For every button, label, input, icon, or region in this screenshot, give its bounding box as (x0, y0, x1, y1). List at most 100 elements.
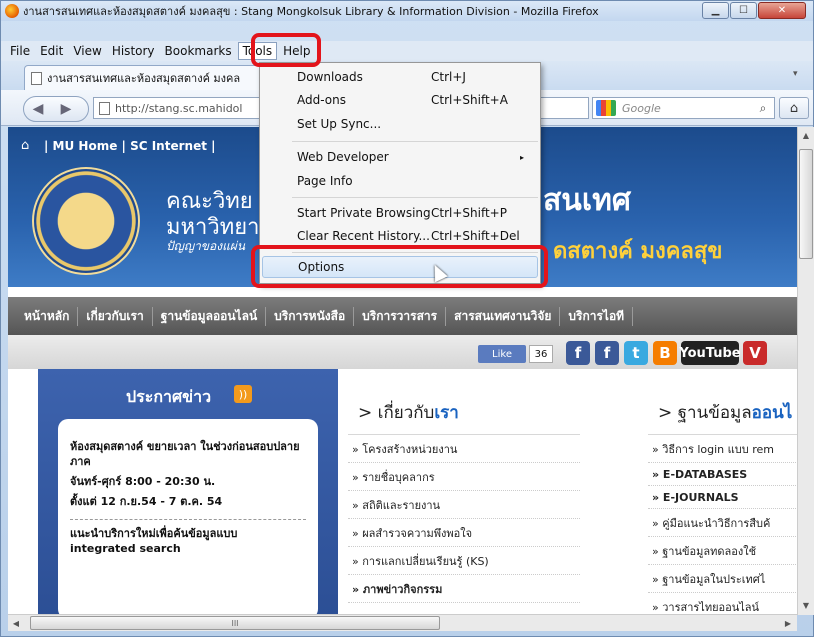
about-column-title: > เกี่ยวกับเรา (348, 395, 580, 435)
menu-item-label: Set Up Sync... (297, 117, 382, 131)
library-name: ดสตางค์ มงคลสุข (553, 239, 723, 264)
facebook-like-button[interactable]: Like (478, 345, 526, 363)
blogger-icon[interactable]: B (653, 341, 677, 365)
menu-item-label: Clear Recent History... (297, 229, 430, 243)
nav-it[interactable]: บริการไอที (560, 306, 634, 326)
minimize-button[interactable]: ▁ (702, 2, 729, 19)
title-bar: งานสารสนเทศและห้องสมุดสตางค์ มงคลสุข : S… (1, 1, 813, 21)
news-item[interactable]: แนะนำบริการใหม่เพื่อค้นข้อมูลแบบ integra… (70, 526, 306, 556)
horizontal-scroll-thumb[interactable]: III (30, 616, 440, 630)
highlight-box-tools (251, 33, 321, 67)
menu-history[interactable]: History (108, 43, 159, 59)
menu-separator (292, 197, 538, 198)
nav-databases[interactable]: ฐานข้อมูลออนไลน์ (153, 306, 267, 326)
news-item: ตั้งแต่ 12 ก.ย.54 - 7 ต.ค. 54 (70, 495, 223, 508)
like-count: 36 (529, 345, 553, 363)
menu-view[interactable]: View (69, 43, 105, 59)
nav-research[interactable]: สารสนเทศงานวิจัย (446, 306, 561, 326)
database-title-highlight: ออนไ (751, 403, 793, 423)
home-button[interactable]: ⌂ (779, 97, 809, 119)
list-item[interactable]: » E-DATABASES (648, 463, 797, 486)
scroll-up-icon[interactable]: ▲ (798, 127, 814, 143)
scroll-left-icon[interactable]: ◀ (8, 615, 24, 631)
list-item[interactable]: » ฐานข้อมูลทดลองใช้ (648, 537, 797, 565)
list-item[interactable]: » คู่มือแนะนำวิธีการสืบค้ (648, 509, 797, 537)
database-column-title: > ฐานข้อมูลออนไ (648, 395, 797, 435)
twitter-icon[interactable]: t (624, 341, 648, 365)
list-item[interactable]: » ผลสำรวจความพึงพอใจ (348, 519, 580, 547)
tab-list-dropdown-icon[interactable]: ▾ (793, 69, 798, 79)
window-title: งานสารสนเทศและห้องสมุดสตางค์ มงคลสุข : S… (23, 5, 599, 18)
horizontal-scrollbar[interactable]: ◀ III ▶ (8, 614, 797, 631)
menu-bar: File Edit View History Bookmarks Tools H… (1, 41, 813, 61)
vertical-scroll-thumb[interactable] (799, 149, 813, 259)
university-seal-logo (32, 167, 140, 275)
menu-bookmarks[interactable]: Bookmarks (161, 43, 236, 59)
menu-edit[interactable]: Edit (36, 43, 67, 59)
page-icon (31, 71, 42, 85)
list-item[interactable]: » ภาพข่าวกิจกรรม (348, 575, 580, 603)
vertical-scrollbar[interactable]: ▲ ▼ (797, 127, 814, 615)
menu-item-private-browsing[interactable]: Start Private Browsing Ctrl+Shift+P (260, 202, 540, 224)
google-engine-icon[interactable] (596, 100, 616, 116)
about-title-plain: > เกี่ยวกับ (358, 403, 435, 423)
about-column: > เกี่ยวกับเรา » โครงสร้างหน่วยงาน » ราย… (348, 395, 580, 603)
scroll-down-icon[interactable]: ▼ (798, 597, 814, 613)
menu-item-label: Add-ons (297, 93, 346, 107)
about-title-highlight: เรา (434, 403, 459, 423)
menu-item-set-up-sync[interactable]: Set Up Sync... (260, 113, 540, 135)
menu-item-add-ons[interactable]: Add-ons Ctrl+Shift+A (260, 89, 540, 111)
facebook-icon[interactable]: f (595, 341, 619, 365)
highlight-box-options (251, 245, 548, 288)
tab-active[interactable]: งานสารสนเทศและห้องสมุดสตางค์ มงคล (24, 65, 264, 90)
nav-journals[interactable]: บริการวารสาร (354, 306, 447, 326)
faculty-tagline: ปัญญาของแผ่น (166, 239, 246, 253)
menu-item-downloads[interactable]: Downloads Ctrl+J (260, 66, 540, 88)
main-navigation: หน้าหลัก เกี่ยวกับเรา ฐานข้อมูลออนไลน์ บ… (8, 297, 797, 335)
youtube-icon[interactable]: YouTube (679, 341, 741, 365)
forward-button[interactable]: ▶ (52, 97, 80, 121)
url-text: http://stang.sc.mahidol (115, 101, 243, 115)
database-column: > ฐานข้อมูลออนไ » วิธีการ login แบบ rem … (648, 395, 797, 615)
social-bar: Like 36 f f t B YouTube V (8, 335, 797, 369)
site-heading: สนเทศ (543, 183, 631, 218)
menu-item-page-info[interactable]: Page Info (260, 170, 540, 192)
list-item[interactable]: » การแลกเปลี่ยนเรียนรู้ (KS) (348, 547, 580, 575)
list-item[interactable]: » วารสารไทยออนไลน์ (648, 593, 797, 615)
close-button[interactable]: ✕ (758, 2, 806, 19)
scroll-right-icon[interactable]: ▶ (780, 615, 796, 631)
nav-about[interactable]: เกี่ยวกับเรา (78, 306, 153, 326)
list-item[interactable]: » โครงสร้างหน่วยงาน (348, 435, 580, 463)
list-item[interactable]: » สถิติและรายงาน (348, 491, 580, 519)
nav-home[interactable]: หน้าหลัก (16, 306, 79, 326)
submenu-arrow-icon: ▸ (520, 152, 525, 162)
news-box: ห้องสมุดสตางค์ ขยายเวลา ในช่วงก่อนสอบปลา… (58, 419, 318, 615)
list-item[interactable]: » E-JOURNALS (648, 486, 797, 509)
menu-item-label: Page Info (297, 174, 353, 188)
menu-item-shortcut: Ctrl+J (431, 70, 466, 84)
maximize-button[interactable]: ☐ (730, 2, 757, 19)
vimeo-icon[interactable]: V (743, 341, 767, 365)
site-identity-icon[interactable] (99, 101, 110, 115)
menu-separator (292, 141, 538, 142)
menu-item-clear-history[interactable]: Clear Recent History... Ctrl+Shift+Del (260, 225, 540, 247)
back-button[interactable]: ◀ (24, 97, 52, 121)
list-item[interactable]: » ฐานข้อมูลในประเทศไ (648, 565, 797, 593)
search-icon[interactable]: ⌕ (752, 101, 774, 116)
news-item[interactable]: ห้องสมุดสตางค์ ขยายเวลา ในช่วงก่อนสอบปลา… (70, 439, 306, 469)
menu-item-web-developer[interactable]: Web Developer ▸ (260, 146, 540, 168)
top-links[interactable]: | MU Home | SC Internet | (44, 139, 216, 153)
rss-icon[interactable]: )) (234, 385, 252, 403)
menu-item-label: Start Private Browsing (297, 206, 431, 220)
news-title: ประกาศข่าว (126, 387, 212, 406)
site-home-icon[interactable]: ⌂ (21, 138, 29, 153)
menu-file[interactable]: File (6, 43, 34, 59)
list-item[interactable]: » วิธีการ login แบบ rem (648, 435, 797, 463)
nav-books[interactable]: บริการหนังสือ (266, 306, 355, 326)
list-item[interactable]: » รายชื่อบุคลากร (348, 463, 580, 491)
search-input[interactable]: Google ⌕ (592, 97, 775, 119)
menu-item-shortcut: Ctrl+Shift+P (431, 206, 507, 220)
menu-item-label: Downloads (297, 70, 363, 84)
facebook-icon[interactable]: f (566, 341, 590, 365)
news-divider (70, 519, 306, 520)
